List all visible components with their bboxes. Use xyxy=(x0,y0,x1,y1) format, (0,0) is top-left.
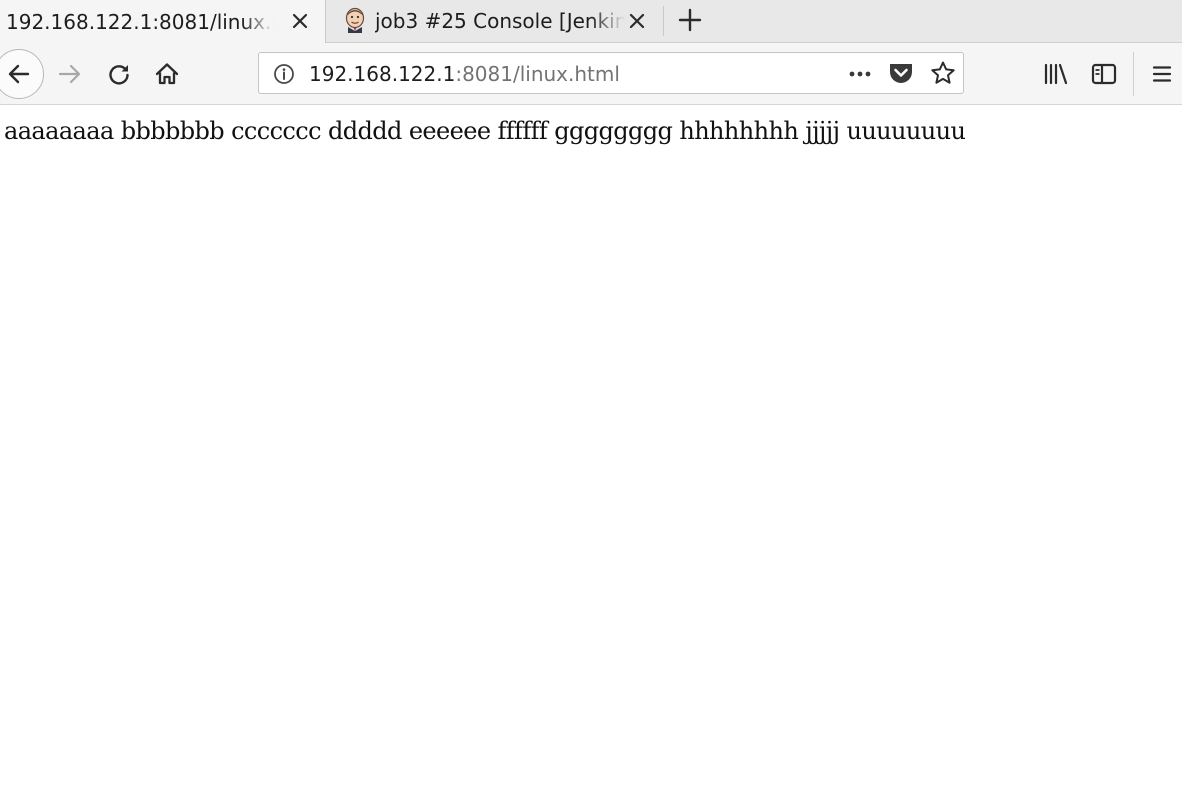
toolbar-separator xyxy=(1133,52,1134,96)
arrow-left-icon xyxy=(8,64,30,84)
url-host: 192.168.122.1 xyxy=(309,62,456,86)
sidebar-button[interactable] xyxy=(1090,60,1118,88)
hamburger-menu-icon xyxy=(1152,66,1172,82)
home-icon xyxy=(155,63,179,85)
navigation-toolbar: 192.168.122.1:8081/linux.html xyxy=(0,43,1182,105)
info-icon[interactable] xyxy=(273,63,295,89)
pocket-icon[interactable] xyxy=(888,61,914,89)
close-tab-icon[interactable] xyxy=(626,10,648,32)
plus-icon xyxy=(678,8,702,32)
page-body-text: aaaaaaaa bbbbbbb ccccccc ddddd eeeeee ff… xyxy=(4,117,966,145)
back-button[interactable] xyxy=(0,49,44,99)
url-path: :8081/linux.html xyxy=(455,62,620,86)
tab-linux-html[interactable]: 192.168.122.1:8081/linux.html xyxy=(0,0,326,43)
menu-button[interactable] xyxy=(1148,60,1176,88)
more-horizontal-icon[interactable] xyxy=(847,63,873,89)
forward-button[interactable] xyxy=(55,59,85,89)
address-bar[interactable]: 192.168.122.1:8081/linux.html xyxy=(258,52,964,94)
arrow-right-icon xyxy=(58,64,81,84)
jenkins-icon xyxy=(343,7,367,33)
tab-strip: 192.168.122.1:8081/linux.html job3 #25 C… xyxy=(0,0,1182,43)
reload-button[interactable] xyxy=(104,59,134,89)
reload-icon xyxy=(109,65,129,85)
home-button[interactable] xyxy=(152,59,182,89)
star-icon[interactable] xyxy=(930,60,956,90)
tab-title: 192.168.122.1:8081/linux.html xyxy=(6,9,274,34)
library-button[interactable] xyxy=(1042,60,1070,88)
library-icon xyxy=(1044,63,1068,85)
page-content: aaaaaaaa bbbbbbb ccccccc ddddd eeeeee ff… xyxy=(0,105,1182,794)
url-text[interactable]: 192.168.122.1:8081/linux.html xyxy=(309,62,620,86)
new-tab-button[interactable] xyxy=(676,6,704,34)
tab-title: job3 #25 Console [Jenkins] xyxy=(375,9,625,33)
close-tab-icon[interactable] xyxy=(289,10,311,32)
tab-jenkins-console[interactable]: job3 #25 Console [Jenkins] xyxy=(327,6,664,36)
sidebar-icon xyxy=(1091,63,1117,85)
